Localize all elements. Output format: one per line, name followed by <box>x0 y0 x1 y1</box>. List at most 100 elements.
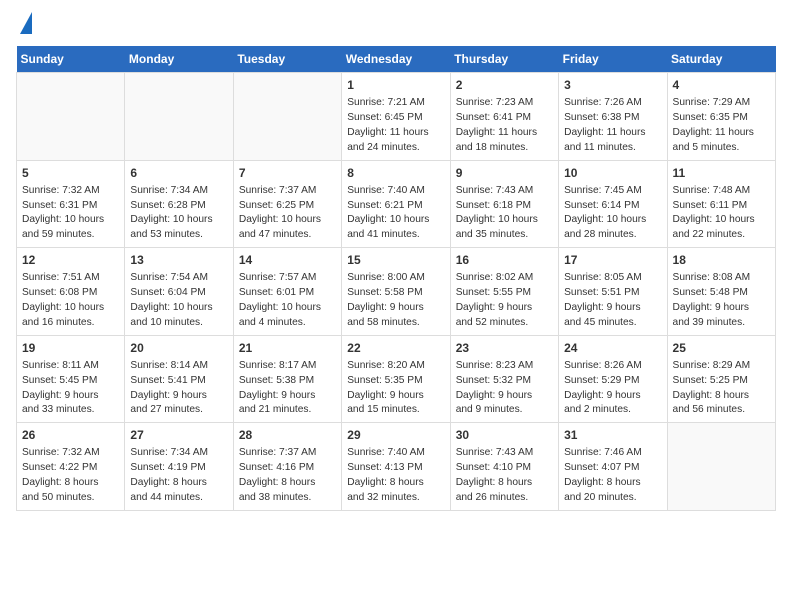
day-number: 20 <box>130 340 227 357</box>
calendar-week-row: 1 Sunrise: 7:21 AM Sunset: 6:45 PM Daylig… <box>17 73 776 161</box>
calendar-cell: 16 Sunrise: 8:02 AM Sunset: 5:55 PM Dayli… <box>450 248 558 336</box>
calendar-cell: 8 Sunrise: 7:40 AM Sunset: 6:21 PM Daylig… <box>342 160 450 248</box>
calendar-week-row: 19Sunrise: 8:11 AM Sunset: 5:45 PM Dayli… <box>17 335 776 423</box>
day-content: Sunrise: 7:40 AM Sunset: 6:21 PM Dayligh… <box>347 184 444 243</box>
day-number: 22 <box>347 340 444 357</box>
calendar-cell: 11Sunrise: 7:48 AM Sunset: 6:11 PM Dayli… <box>667 160 775 248</box>
calendar-cell: 28 Sunrise: 7:37 AM Sunset: 4:16 PM Dayli… <box>233 423 341 511</box>
calendar-cell: 7 Sunrise: 7:37 AM Sunset: 6:25 PM Daylig… <box>233 160 341 248</box>
day-content: Sunrise: 7:32 AM Sunset: 4:22 PM Dayligh… <box>22 446 119 505</box>
calendar-week-row: 12 Sunrise: 7:51 AM Sunset: 6:08 PM Dayli… <box>17 248 776 336</box>
calendar-cell <box>125 73 233 161</box>
day-number: 16 <box>456 252 553 269</box>
day-number: 1 <box>347 77 444 94</box>
day-number: 7 <box>239 165 336 182</box>
day-number: 15 <box>347 252 444 269</box>
day-content: Sunrise: 7:26 AM Sunset: 6:38 PM Dayligh… <box>564 96 661 155</box>
day-content: Sunrise: 7:37 AM Sunset: 6:25 PM Dayligh… <box>239 184 336 243</box>
day-content: Sunrise: 7:23 AM Sunset: 6:41 PM Dayligh… <box>456 96 553 155</box>
calendar-cell: 31 Sunrise: 7:46 AM Sunset: 4:07 PM Dayli… <box>559 423 667 511</box>
calendar-cell: 30 Sunrise: 7:43 AM Sunset: 4:10 PM Dayli… <box>450 423 558 511</box>
day-content: Sunrise: 7:57 AM Sunset: 6:01 PM Dayligh… <box>239 271 336 330</box>
calendar-cell: 1 Sunrise: 7:21 AM Sunset: 6:45 PM Daylig… <box>342 73 450 161</box>
calendar-cell: 3 Sunrise: 7:26 AM Sunset: 6:38 PM Daylig… <box>559 73 667 161</box>
day-number: 5 <box>22 165 119 182</box>
weekday-header: Wednesday <box>342 46 450 73</box>
weekday-header: Monday <box>125 46 233 73</box>
day-content: Sunrise: 8:23 AM Sunset: 5:32 PM Dayligh… <box>456 359 553 418</box>
day-content: Sunrise: 7:54 AM Sunset: 6:04 PM Dayligh… <box>130 271 227 330</box>
calendar-cell: 17Sunrise: 8:05 AM Sunset: 5:51 PM Dayli… <box>559 248 667 336</box>
day-number: 19 <box>22 340 119 357</box>
day-content: Sunrise: 7:37 AM Sunset: 4:16 PM Dayligh… <box>239 446 336 505</box>
calendar-cell: 23Sunrise: 8:23 AM Sunset: 5:32 PM Dayli… <box>450 335 558 423</box>
day-number: 21 <box>239 340 336 357</box>
day-number: 25 <box>673 340 770 357</box>
calendar-cell: 12 Sunrise: 7:51 AM Sunset: 6:08 PM Dayli… <box>17 248 125 336</box>
weekday-header: Tuesday <box>233 46 341 73</box>
weekday-header: Saturday <box>667 46 775 73</box>
day-content: Sunrise: 7:46 AM Sunset: 4:07 PM Dayligh… <box>564 446 661 505</box>
day-content: Sunrise: 8:08 AM Sunset: 5:48 PM Dayligh… <box>673 271 770 330</box>
day-content: Sunrise: 7:43 AM Sunset: 4:10 PM Dayligh… <box>456 446 553 505</box>
day-number: 9 <box>456 165 553 182</box>
day-number: 8 <box>347 165 444 182</box>
weekday-header: Sunday <box>17 46 125 73</box>
day-number: 11 <box>673 165 770 182</box>
day-number: 30 <box>456 427 553 444</box>
logo <box>16 16 32 34</box>
day-number: 2 <box>456 77 553 94</box>
calendar-cell: 25 Sunrise: 8:29 AM Sunset: 5:25 PM Dayli… <box>667 335 775 423</box>
day-content: Sunrise: 7:34 AM Sunset: 4:19 PM Dayligh… <box>130 446 227 505</box>
day-content: Sunrise: 7:34 AM Sunset: 6:28 PM Dayligh… <box>130 184 227 243</box>
day-content: Sunrise: 7:51 AM Sunset: 6:08 PM Dayligh… <box>22 271 119 330</box>
calendar-cell: 22 Sunrise: 8:20 AM Sunset: 5:35 PM Dayli… <box>342 335 450 423</box>
calendar-header: SundayMondayTuesdayWednesdayThursdayFrid… <box>17 46 776 73</box>
day-content: Sunrise: 7:45 AM Sunset: 6:14 PM Dayligh… <box>564 184 661 243</box>
day-content: Sunrise: 8:26 AM Sunset: 5:29 PM Dayligh… <box>564 359 661 418</box>
calendar-cell <box>17 73 125 161</box>
day-number: 18 <box>673 252 770 269</box>
day-number: 12 <box>22 252 119 269</box>
day-number: 28 <box>239 427 336 444</box>
calendar-cell: 24 Sunrise: 8:26 AM Sunset: 5:29 PM Dayli… <box>559 335 667 423</box>
calendar-cell: 29Sunrise: 7:40 AM Sunset: 4:13 PM Dayli… <box>342 423 450 511</box>
day-content: Sunrise: 8:29 AM Sunset: 5:25 PM Dayligh… <box>673 359 770 418</box>
day-content: Sunrise: 7:32 AM Sunset: 6:31 PM Dayligh… <box>22 184 119 243</box>
calendar-cell: 9 Sunrise: 7:43 AM Sunset: 6:18 PM Daylig… <box>450 160 558 248</box>
calendar-cell: 27 Sunrise: 7:34 AM Sunset: 4:19 PM Dayli… <box>125 423 233 511</box>
day-number: 10 <box>564 165 661 182</box>
day-content: Sunrise: 7:21 AM Sunset: 6:45 PM Dayligh… <box>347 96 444 155</box>
calendar-cell: 14Sunrise: 7:57 AM Sunset: 6:01 PM Dayli… <box>233 248 341 336</box>
calendar-week-row: 26 Sunrise: 7:32 AM Sunset: 4:22 PM Dayli… <box>17 423 776 511</box>
calendar-cell: 20 Sunrise: 8:14 AM Sunset: 5:41 PM Dayli… <box>125 335 233 423</box>
calendar-cell: 15 Sunrise: 8:00 AM Sunset: 5:58 PM Dayli… <box>342 248 450 336</box>
calendar-cell: 6 Sunrise: 7:34 AM Sunset: 6:28 PM Daylig… <box>125 160 233 248</box>
day-number: 24 <box>564 340 661 357</box>
calendar-week-row: 5 Sunrise: 7:32 AM Sunset: 6:31 PM Daylig… <box>17 160 776 248</box>
day-content: Sunrise: 8:00 AM Sunset: 5:58 PM Dayligh… <box>347 271 444 330</box>
day-number: 31 <box>564 427 661 444</box>
day-number: 26 <box>22 427 119 444</box>
logo-triangle-icon <box>20 12 32 34</box>
calendar-table: SundayMondayTuesdayWednesdayThursdayFrid… <box>16 46 776 511</box>
day-content: Sunrise: 8:20 AM Sunset: 5:35 PM Dayligh… <box>347 359 444 418</box>
day-content: Sunrise: 8:17 AM Sunset: 5:38 PM Dayligh… <box>239 359 336 418</box>
calendar-cell: 5 Sunrise: 7:32 AM Sunset: 6:31 PM Daylig… <box>17 160 125 248</box>
day-number: 4 <box>673 77 770 94</box>
day-number: 3 <box>564 77 661 94</box>
day-number: 29 <box>347 427 444 444</box>
weekday-header: Thursday <box>450 46 558 73</box>
day-content: Sunrise: 8:14 AM Sunset: 5:41 PM Dayligh… <box>130 359 227 418</box>
day-number: 6 <box>130 165 227 182</box>
calendar-cell <box>667 423 775 511</box>
day-content: Sunrise: 8:02 AM Sunset: 5:55 PM Dayligh… <box>456 271 553 330</box>
calendar-cell: 2 Sunrise: 7:23 AM Sunset: 6:41 PM Daylig… <box>450 73 558 161</box>
calendar-cell: 13 Sunrise: 7:54 AM Sunset: 6:04 PM Dayli… <box>125 248 233 336</box>
calendar-cell: 4 Sunrise: 7:29 AM Sunset: 6:35 PM Daylig… <box>667 73 775 161</box>
day-content: Sunrise: 7:43 AM Sunset: 6:18 PM Dayligh… <box>456 184 553 243</box>
day-number: 27 <box>130 427 227 444</box>
day-content: Sunrise: 7:29 AM Sunset: 6:35 PM Dayligh… <box>673 96 770 155</box>
day-content: Sunrise: 8:05 AM Sunset: 5:51 PM Dayligh… <box>564 271 661 330</box>
day-number: 13 <box>130 252 227 269</box>
